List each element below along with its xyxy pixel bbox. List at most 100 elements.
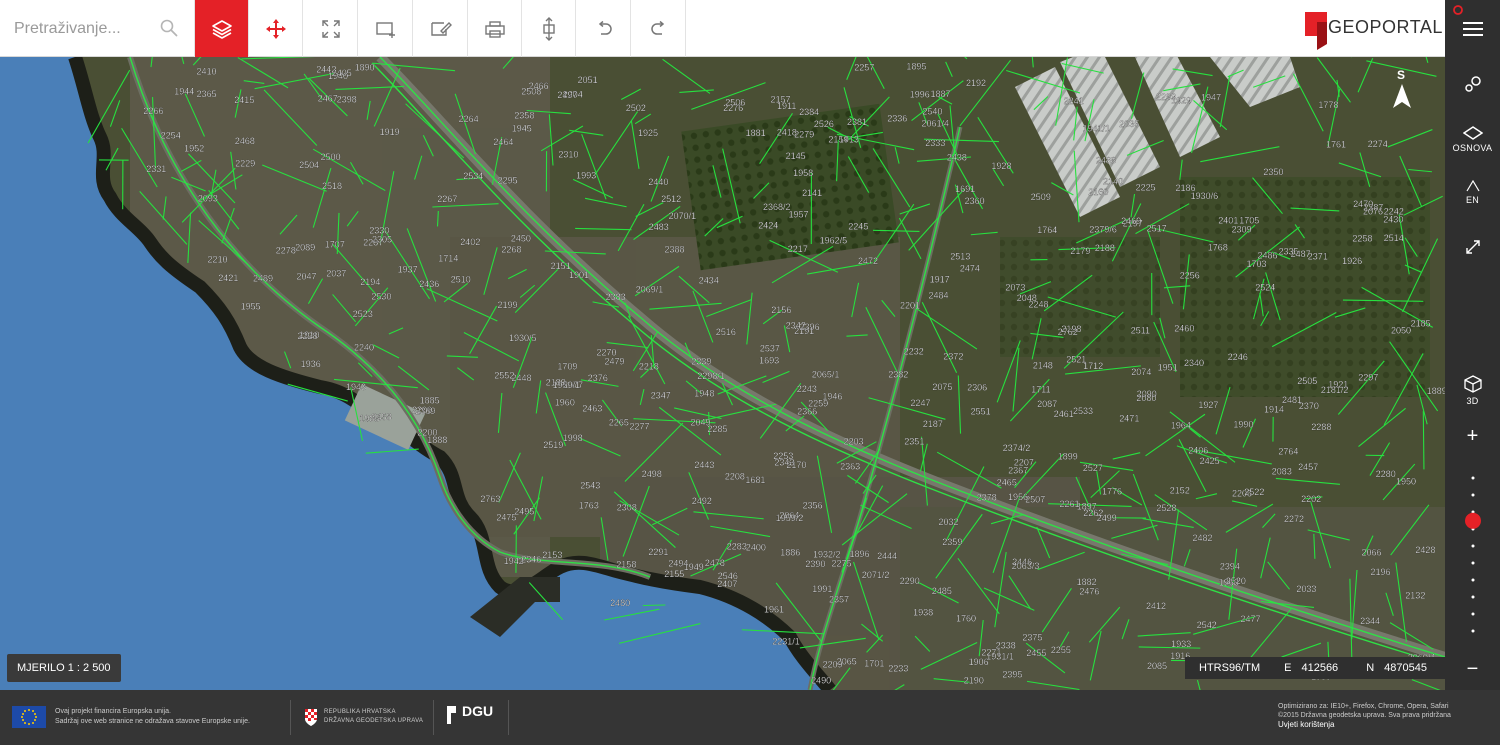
language-label: EN (1465, 194, 1480, 205)
parcel-label: 2194 (360, 277, 380, 287)
parcel-label: 1948 (694, 388, 714, 398)
parcel-label: 2290 (900, 576, 920, 586)
parcel-label: 2255 (1051, 645, 1071, 655)
footer: Ovaj projekt financira Europska unija. S… (0, 690, 1500, 745)
footer-divider (433, 700, 434, 735)
coordinate-readout: HTRS96/TM E 412566 N 4870545 (1185, 657, 1445, 679)
zoom-handle (1465, 512, 1481, 529)
parcel-label: 2051 (578, 75, 598, 85)
parcel-label: 1991 (812, 584, 832, 594)
parcel-label: 1778 (1318, 100, 1338, 110)
3d-button[interactable]: 3D (1445, 370, 1500, 410)
parcel-label: 2505 (1297, 376, 1317, 386)
geoportal-app: GEOPORTAL (0, 0, 1500, 745)
parcel-label: 2339 (691, 357, 711, 367)
redo-button[interactable] (632, 0, 686, 57)
parcel-label: 2277 (630, 421, 650, 431)
parcel-label: 2075 (932, 382, 952, 392)
zoom-slider[interactable] (1462, 470, 1484, 650)
parcel-label: 2425 (1200, 456, 1220, 466)
geoportal-logo[interactable]: GEOPORTAL (1300, 6, 1442, 50)
parcel-label: 2050 (1391, 326, 1411, 336)
parcel-label: 2472 (858, 256, 878, 266)
zoom-out-button[interactable]: − (1445, 655, 1500, 683)
zoom-step (1471, 544, 1475, 548)
north-indicator[interactable]: S (1390, 68, 1414, 116)
croatia-agency-name: REPUBLIKA HRVATSKA DRŽAVNA GEODETSKA UPR… (324, 708, 423, 726)
add-point-button[interactable] (359, 0, 413, 57)
language-button[interactable]: EN (1445, 172, 1500, 212)
measure-icon (542, 16, 555, 41)
move-button[interactable] (249, 0, 303, 57)
edit-button[interactable] (414, 0, 468, 57)
parcel-label: 2145 (786, 151, 806, 161)
parcel-label: 2424 (758, 220, 778, 230)
measure-tool-button[interactable] (1445, 234, 1500, 260)
n-label: N (1366, 662, 1375, 674)
copyright-note: ©2015 Državna geodetska uprava. Sva prav… (1278, 712, 1451, 719)
parcel-label: 2347 (651, 391, 671, 401)
parcel-label: 2217 (788, 244, 808, 254)
parcel-label: 2443 (694, 460, 714, 470)
print-button[interactable] (468, 0, 522, 57)
parcel-label: 2517 (1147, 223, 1167, 233)
parcel-label: 2298/1 (697, 371, 725, 381)
layers-button[interactable] (195, 0, 249, 57)
parcel-label: 2243 (797, 384, 817, 394)
parcel-label: 2160 (1088, 187, 1108, 197)
gears-icon (1464, 76, 1481, 92)
parcel-label: 1930/5 (509, 333, 537, 343)
parcel-label: 2305 (372, 235, 392, 245)
undo-button[interactable] (577, 0, 631, 57)
settings-button[interactable] (1445, 66, 1500, 102)
parcel-label: 2179 (1070, 246, 1090, 256)
3d-label: 3D (1466, 395, 1479, 406)
parcel-label: 2534 (463, 171, 483, 181)
parcel-label: 2478 (705, 558, 725, 568)
parcel-label: 2061/4 (922, 118, 950, 128)
parcel-label: 1990 (1233, 420, 1253, 430)
parcel-label: 2504 (299, 160, 319, 170)
map-canvas[interactable]: 1895 2154 2179 2155 2148 2145 2140 2141 2132 2158… (0, 57, 1445, 690)
parcel-label: 2485 (932, 586, 952, 596)
e-value: 412566 (1301, 662, 1339, 674)
parcel-label: 2203 (844, 436, 864, 446)
parcel-label: 2540 (922, 106, 942, 116)
globe-icon (1465, 179, 1480, 191)
move-icon (265, 18, 286, 39)
parcel-label: 2383 (606, 292, 626, 302)
search-icon[interactable] (160, 19, 178, 37)
projection-label: HTRS96/TM (1199, 662, 1261, 674)
parcel-label: 2527 (1083, 463, 1103, 473)
parcel-label: 1896 (850, 549, 870, 559)
parcel-label: 2465 (997, 478, 1017, 488)
parcel-label: 2442 (316, 65, 336, 75)
parcel-label: 2461 (1054, 409, 1074, 419)
parcel-label: 1944 (174, 87, 194, 97)
fullscreen-button[interactable] (304, 0, 358, 57)
parcel-label: 2428 (1415, 545, 1435, 555)
zoom-in-button[interactable]: + (1445, 422, 1500, 450)
parcel-label: 2218 (639, 362, 659, 372)
footer-divider (508, 700, 509, 735)
parcel-label: 1890 (355, 63, 375, 73)
parcel-label: 1928 (991, 161, 1011, 171)
zoom-step (1471, 578, 1475, 582)
parcel-label: 2199 (498, 300, 518, 310)
parcel-label: 2089 (295, 243, 315, 253)
parcel-label: 2367 (1008, 466, 1028, 476)
measure-button[interactable] (522, 0, 576, 57)
search-input[interactable] (0, 0, 150, 57)
parcel-label: 1714 (438, 253, 458, 263)
parcel-label: 2357 (829, 594, 849, 604)
north-label: S (1397, 68, 1406, 82)
parcel-label: 1763 (579, 500, 599, 510)
parcel-label: 2510 (451, 274, 471, 284)
osnova-button[interactable]: OSNOVA (1445, 118, 1500, 160)
parcel-label: 2381 (847, 117, 867, 127)
edit-icon (430, 21, 452, 36)
parcel-label: 2410 (197, 67, 217, 77)
parcel-label: 2246 (1228, 352, 1248, 362)
parcel-label: 1764 (1037, 225, 1057, 235)
terms-link[interactable]: Uvjeti korištenja (1278, 720, 1451, 729)
